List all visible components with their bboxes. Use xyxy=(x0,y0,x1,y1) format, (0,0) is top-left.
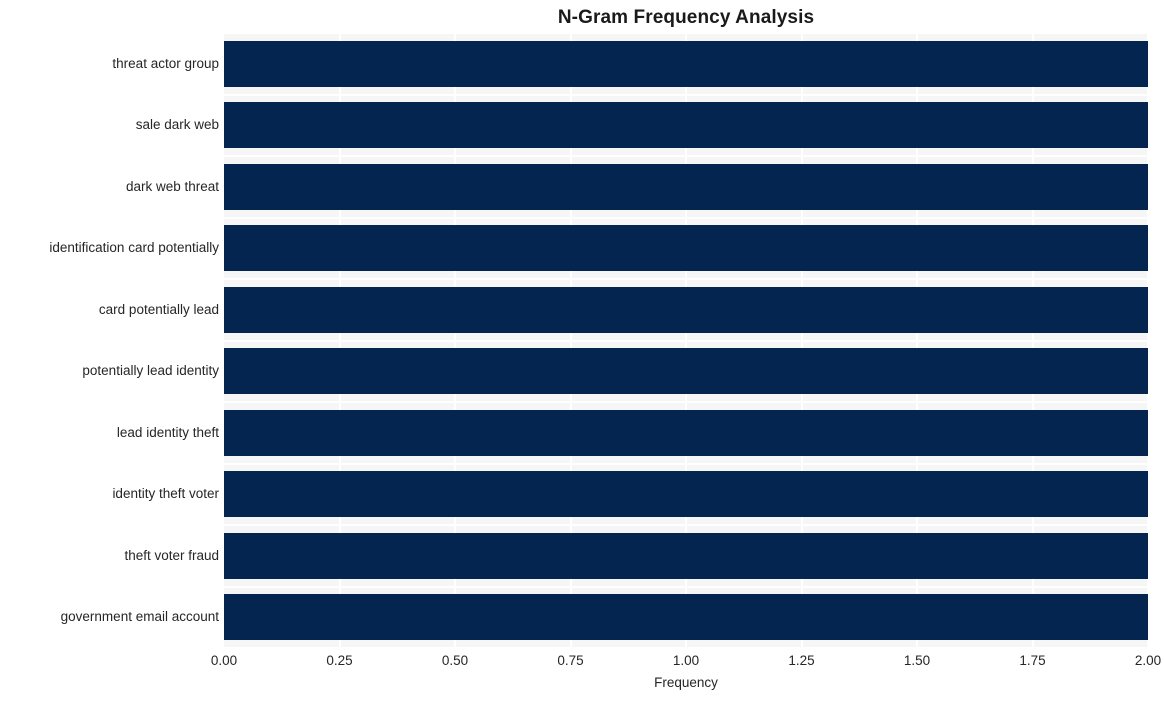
x-tick-label: 1.00 xyxy=(672,653,700,668)
y-tick-label: dark web threat xyxy=(125,178,219,194)
y-tick-label: lead identity theft xyxy=(116,424,219,440)
chart-title: N-Gram Frequency Analysis xyxy=(557,7,815,28)
x-tick-label: 1.25 xyxy=(788,653,815,668)
y-tick-label: potentially lead identity xyxy=(82,363,219,379)
y-tick-label: threat actor group xyxy=(112,55,219,71)
x-tick-label: 1.50 xyxy=(903,653,931,668)
bar[interactable] xyxy=(224,532,1148,579)
x-tick-label: 1.75 xyxy=(1019,653,1046,668)
y-tick-label: theft voter fraud xyxy=(124,547,219,563)
y-tick-label: identification card potentially xyxy=(49,240,219,256)
bar[interactable] xyxy=(224,471,1148,518)
bar[interactable] xyxy=(224,102,1148,149)
bar[interactable] xyxy=(224,163,1148,210)
y-gridline xyxy=(224,524,1148,526)
bar[interactable] xyxy=(224,348,1148,395)
y-gridline xyxy=(224,278,1148,280)
y-gridline xyxy=(224,401,1148,403)
x-axis-label: Frequency xyxy=(654,675,718,690)
y-gridline xyxy=(224,217,1148,219)
bar[interactable] xyxy=(224,594,1148,641)
bar[interactable] xyxy=(224,286,1148,333)
bar[interactable] xyxy=(224,409,1148,456)
bar[interactable] xyxy=(224,225,1148,272)
y-gridline xyxy=(224,463,1148,465)
y-tick-label: sale dark web xyxy=(135,117,219,133)
y-tick-label: identity theft voter xyxy=(112,486,219,502)
y-gridline xyxy=(224,647,1148,648)
x-tick-label: 0.50 xyxy=(441,653,469,668)
y-gridline xyxy=(224,33,1148,34)
y-gridline xyxy=(224,586,1148,588)
y-gridline xyxy=(224,94,1148,96)
x-tick-label: 0.25 xyxy=(326,653,353,668)
plot-area xyxy=(224,33,1148,648)
x-tick-label: 0.00 xyxy=(210,653,238,668)
bar[interactable] xyxy=(224,40,1148,87)
y-tick-label: government email account xyxy=(60,609,219,625)
y-gridline xyxy=(224,155,1148,157)
y-gridline xyxy=(224,340,1148,342)
x-tick-label: 0.75 xyxy=(557,653,584,668)
x-tick-label: 2.00 xyxy=(1134,653,1162,668)
y-tick-label: card potentially lead xyxy=(98,301,219,317)
chart-figure: N-Gram Frequency Analysis Frequency thre… xyxy=(0,0,1164,701)
